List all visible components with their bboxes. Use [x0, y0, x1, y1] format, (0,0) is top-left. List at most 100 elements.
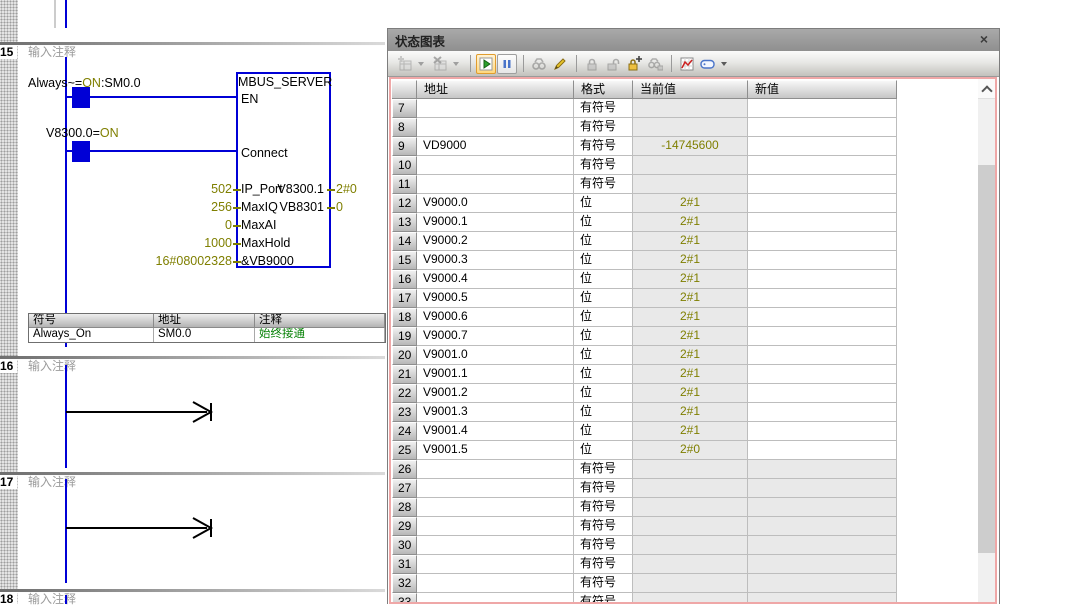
- format-cell[interactable]: 位: [574, 289, 633, 308]
- mbus-server-block[interactable]: MBUS_SERVER EN Connect 502 IP_Port: [236, 72, 331, 268]
- address-cell[interactable]: [417, 118, 574, 137]
- new-value-cell[interactable]: [748, 308, 897, 327]
- scroll-up-icon[interactable]: [978, 79, 995, 99]
- format-cell[interactable]: 有符号: [574, 156, 633, 175]
- delete-chart-dropdown-icon[interactable]: [453, 62, 459, 66]
- new-value-cell[interactable]: [748, 403, 897, 422]
- format-cell[interactable]: 有符号: [574, 137, 633, 156]
- address-cell[interactable]: [417, 498, 574, 517]
- current-value-column-header[interactable]: 当前值: [633, 80, 748, 99]
- current-value-cell[interactable]: 2#1: [633, 346, 748, 365]
- row-number-cell[interactable]: 16: [392, 270, 417, 289]
- format-cell[interactable]: 位: [574, 327, 633, 346]
- address-cell[interactable]: [417, 156, 574, 175]
- row-number-cell[interactable]: 28: [392, 498, 417, 517]
- network-17-comment[interactable]: 输入注释: [28, 475, 76, 489]
- address-cell[interactable]: V9001.0: [417, 346, 574, 365]
- format-cell[interactable]: 有符号: [574, 498, 633, 517]
- format-cell[interactable]: 位: [574, 194, 633, 213]
- row-number-cell[interactable]: 29: [392, 517, 417, 536]
- new-value-cell[interactable]: [748, 555, 897, 574]
- row-number-cell[interactable]: 33: [392, 593, 417, 604]
- trend-view-button[interactable]: [677, 54, 697, 74]
- row-number-cell[interactable]: 27: [392, 479, 417, 498]
- row-number-cell[interactable]: 19: [392, 327, 417, 346]
- address-cell[interactable]: V9001.5: [417, 441, 574, 460]
- format-cell[interactable]: 位: [574, 308, 633, 327]
- current-value-cell[interactable]: [633, 175, 748, 194]
- address-cell[interactable]: [417, 175, 574, 194]
- format-cell[interactable]: 有符号: [574, 175, 633, 194]
- new-value-cell[interactable]: [748, 327, 897, 346]
- current-value-cell[interactable]: 2#1: [633, 403, 748, 422]
- row-number-cell[interactable]: 17: [392, 289, 417, 308]
- new-value-column-header[interactable]: 新值: [748, 80, 897, 99]
- new-value-cell[interactable]: [748, 118, 897, 137]
- address-cell[interactable]: V9000.4: [417, 270, 574, 289]
- network-16-comment[interactable]: 输入注释: [28, 359, 76, 373]
- address-column-header[interactable]: 地址: [417, 80, 574, 99]
- new-value-cell[interactable]: [748, 441, 897, 460]
- format-column-header[interactable]: 格式: [574, 80, 633, 99]
- current-value-cell[interactable]: 2#1: [633, 213, 748, 232]
- format-cell[interactable]: 位: [574, 441, 633, 460]
- current-value-cell[interactable]: 2#1: [633, 422, 748, 441]
- pause-chart-button[interactable]: [497, 54, 517, 74]
- current-value-cell[interactable]: [633, 555, 748, 574]
- row-number-cell[interactable]: 32: [392, 574, 417, 593]
- format-cell[interactable]: 有符号: [574, 460, 633, 479]
- new-value-cell[interactable]: [748, 536, 897, 555]
- row-number-cell[interactable]: 24: [392, 422, 417, 441]
- new-value-cell[interactable]: [748, 498, 897, 517]
- row-number-cell[interactable]: 11: [392, 175, 417, 194]
- new-value-cell[interactable]: [748, 156, 897, 175]
- current-value-cell[interactable]: 2#1: [633, 327, 748, 346]
- current-value-cell[interactable]: 2#1: [633, 251, 748, 270]
- row-number-cell[interactable]: 20: [392, 346, 417, 365]
- row-number-cell[interactable]: 10: [392, 156, 417, 175]
- address-cell[interactable]: [417, 555, 574, 574]
- address-cell[interactable]: VD9000: [417, 137, 574, 156]
- address-cell[interactable]: [417, 517, 574, 536]
- contact-2-energized[interactable]: [74, 141, 88, 162]
- force-button[interactable]: [582, 54, 602, 74]
- row-number-cell[interactable]: 25: [392, 441, 417, 460]
- row-number-cell[interactable]: 15: [392, 251, 417, 270]
- read-all-forced-button[interactable]: [645, 54, 665, 74]
- new-value-cell[interactable]: [748, 289, 897, 308]
- format-cell[interactable]: 位: [574, 232, 633, 251]
- new-chart-dropdown-icon[interactable]: [418, 62, 424, 66]
- format-cell[interactable]: 有符号: [574, 536, 633, 555]
- unforce-all-button[interactable]: [624, 54, 644, 74]
- address-cell[interactable]: V9000.1: [417, 213, 574, 232]
- symbolic-tag-dropdown-icon[interactable]: [721, 62, 727, 66]
- address-cell[interactable]: [417, 536, 574, 555]
- current-value-cell[interactable]: 2#1: [633, 289, 748, 308]
- address-cell[interactable]: V9000.3: [417, 251, 574, 270]
- new-value-cell[interactable]: [748, 194, 897, 213]
- current-value-cell[interactable]: [633, 156, 748, 175]
- current-value-cell[interactable]: 2#1: [633, 232, 748, 251]
- new-value-cell[interactable]: [748, 574, 897, 593]
- address-cell[interactable]: [417, 99, 574, 118]
- format-cell[interactable]: 位: [574, 384, 633, 403]
- format-cell[interactable]: 有符号: [574, 593, 633, 604]
- current-value-cell[interactable]: [633, 536, 748, 555]
- delete-chart-button[interactable]: [430, 54, 450, 74]
- row-number-cell[interactable]: 7: [392, 99, 417, 118]
- new-value-cell[interactable]: [748, 593, 897, 604]
- new-value-cell[interactable]: [748, 460, 897, 479]
- address-cell[interactable]: [417, 593, 574, 604]
- address-cell[interactable]: V9001.4: [417, 422, 574, 441]
- address-cell[interactable]: V9000.7: [417, 327, 574, 346]
- address-cell[interactable]: [417, 574, 574, 593]
- new-value-cell[interactable]: [748, 175, 897, 194]
- status-chart-titlebar[interactable]: 状态图表 ×: [388, 29, 999, 51]
- current-value-cell[interactable]: -14745600: [633, 137, 748, 156]
- row-number-cell[interactable]: 26: [392, 460, 417, 479]
- address-cell[interactable]: V9000.0: [417, 194, 574, 213]
- new-value-cell[interactable]: [748, 232, 897, 251]
- format-cell[interactable]: 位: [574, 365, 633, 384]
- unforce-button[interactable]: [603, 54, 623, 74]
- row-number-cell[interactable]: 12: [392, 194, 417, 213]
